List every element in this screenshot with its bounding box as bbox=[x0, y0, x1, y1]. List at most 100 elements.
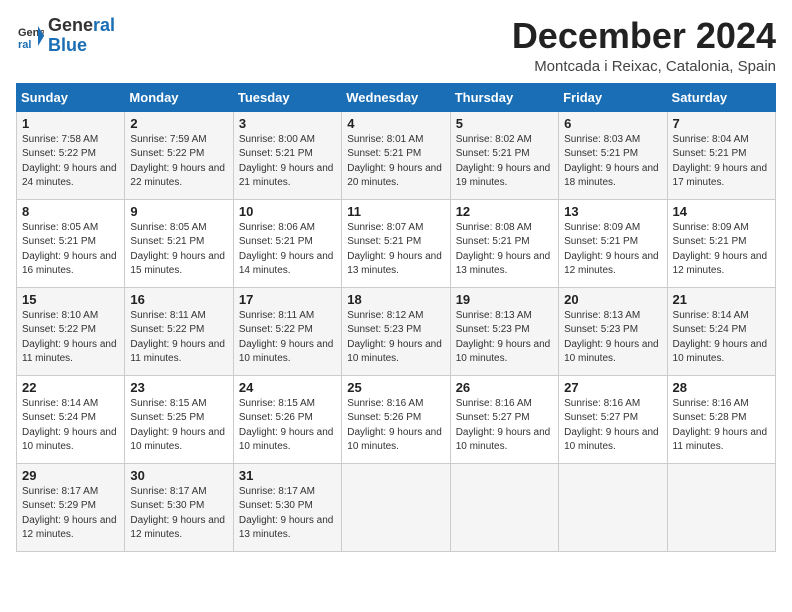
day-number: 22 bbox=[22, 380, 119, 395]
day-info: Sunrise: 8:03 AMSunset: 5:21 PMDaylight:… bbox=[564, 133, 661, 191]
calendar-week-row: 22 Sunrise: 8:14 AMSunset: 5:24 PMDayligh… bbox=[17, 375, 776, 463]
day-number: 20 bbox=[564, 292, 661, 307]
day-info: Sunrise: 8:13 AMSunset: 5:23 PMDaylight:… bbox=[456, 309, 553, 367]
day-number: 31 bbox=[239, 468, 336, 483]
day-number: 25 bbox=[347, 380, 444, 395]
day-info: Sunrise: 8:09 AMSunset: 5:21 PMDaylight:… bbox=[564, 221, 661, 279]
table-row: 14 Sunrise: 8:09 AMSunset: 5:21 PMDayligh… bbox=[667, 199, 775, 287]
table-row: 6 Sunrise: 8:03 AMSunset: 5:21 PMDaylight… bbox=[559, 111, 667, 199]
table-row: 12Sunrise: 8:08 AMSunset: 5:21 PMDayligh… bbox=[450, 199, 558, 287]
table-row bbox=[559, 463, 667, 551]
day-info: Sunrise: 8:17 AMSunset: 5:29 PMDaylight:… bbox=[22, 485, 119, 543]
day-number: 26 bbox=[456, 380, 553, 395]
col-tuesday: Tuesday bbox=[233, 83, 341, 111]
logo-text: General Blue bbox=[48, 16, 115, 56]
calendar-week-row: 15 Sunrise: 8:10 AMSunset: 5:22 PMDayligh… bbox=[17, 287, 776, 375]
table-row: 1 Sunrise: 7:58 AMSunset: 5:22 PMDaylight… bbox=[17, 111, 125, 199]
day-number: 7 bbox=[673, 116, 770, 131]
table-row: 3Sunrise: 8:00 AMSunset: 5:21 PMDaylight… bbox=[233, 111, 341, 199]
table-row: 25 Sunrise: 8:16 AMSunset: 5:26 PMDayligh… bbox=[342, 375, 450, 463]
table-row: 22 Sunrise: 8:14 AMSunset: 5:24 PMDayligh… bbox=[17, 375, 125, 463]
day-number: 23 bbox=[130, 380, 227, 395]
day-info: Sunrise: 8:10 AMSunset: 5:22 PMDaylight:… bbox=[22, 309, 119, 367]
month-title: December 2024 bbox=[512, 16, 776, 56]
table-row: 11 Sunrise: 8:07 AMSunset: 5:21 PMDayligh… bbox=[342, 199, 450, 287]
day-info: Sunrise: 8:16 AMSunset: 5:28 PMDaylight:… bbox=[673, 397, 770, 455]
day-info: Sunrise: 8:12 AMSunset: 5:23 PMDaylight:… bbox=[347, 309, 444, 367]
logo: Gene ral General Blue bbox=[16, 16, 115, 56]
col-saturday: Saturday bbox=[667, 83, 775, 111]
day-number: 14 bbox=[673, 204, 770, 219]
day-info: Sunrise: 8:02 AMSunset: 5:21 PMDaylight:… bbox=[456, 133, 553, 191]
title-block: December 2024 Montcada i Reixac, Catalon… bbox=[512, 16, 776, 75]
table-row: 8Sunrise: 8:05 AMSunset: 5:21 PMDaylight… bbox=[17, 199, 125, 287]
table-row: 15 Sunrise: 8:10 AMSunset: 5:22 PMDayligh… bbox=[17, 287, 125, 375]
day-info: Sunrise: 8:14 AMSunset: 5:24 PMDaylight:… bbox=[22, 397, 119, 455]
day-number: 1 bbox=[22, 116, 119, 131]
day-info: Sunrise: 7:58 AMSunset: 5:22 PMDaylight:… bbox=[22, 133, 119, 191]
day-number: 2 bbox=[130, 116, 227, 131]
day-number: 6 bbox=[564, 116, 661, 131]
table-row: 18 Sunrise: 8:12 AMSunset: 5:23 PMDayligh… bbox=[342, 287, 450, 375]
table-row: 9Sunrise: 8:05 AMSunset: 5:21 PMDaylight… bbox=[125, 199, 233, 287]
table-row: 24 Sunrise: 8:15 AMSunset: 5:26 PMDayligh… bbox=[233, 375, 341, 463]
table-row: 28 Sunrise: 8:16 AMSunset: 5:28 PMDayligh… bbox=[667, 375, 775, 463]
table-row: 26 Sunrise: 8:16 AMSunset: 5:27 PMDayligh… bbox=[450, 375, 558, 463]
day-info: Sunrise: 8:17 AMSunset: 5:30 PMDaylight:… bbox=[130, 485, 227, 543]
day-info: Sunrise: 8:07 AMSunset: 5:21 PMDaylight:… bbox=[347, 221, 444, 279]
day-number: 24 bbox=[239, 380, 336, 395]
day-info: Sunrise: 7:59 AMSunset: 5:22 PMDaylight:… bbox=[130, 133, 227, 191]
day-number: 5 bbox=[456, 116, 553, 131]
table-row: 10 Sunrise: 8:06 AMSunset: 5:21 PMDayligh… bbox=[233, 199, 341, 287]
col-sunday: Sunday bbox=[17, 83, 125, 111]
day-info: Sunrise: 8:15 AMSunset: 5:26 PMDaylight:… bbox=[239, 397, 336, 455]
day-info: Sunrise: 8:00 AMSunset: 5:21 PMDaylight:… bbox=[239, 133, 336, 191]
day-info: Sunrise: 8:09 AMSunset: 5:21 PMDaylight:… bbox=[673, 221, 770, 279]
col-thursday: Thursday bbox=[450, 83, 558, 111]
day-number: 18 bbox=[347, 292, 444, 307]
day-number: 28 bbox=[673, 380, 770, 395]
table-row: 16 Sunrise: 8:11 AMSunset: 5:22 PMDayligh… bbox=[125, 287, 233, 375]
day-number: 15 bbox=[22, 292, 119, 307]
day-info: Sunrise: 8:16 AMSunset: 5:26 PMDaylight:… bbox=[347, 397, 444, 455]
day-number: 17 bbox=[239, 292, 336, 307]
day-number: 16 bbox=[130, 292, 227, 307]
day-number: 12 bbox=[456, 204, 553, 219]
day-info: Sunrise: 8:17 AMSunset: 5:30 PMDaylight:… bbox=[239, 485, 336, 543]
day-number: 10 bbox=[239, 204, 336, 219]
table-row: 7 Sunrise: 8:04 AMSunset: 5:21 PMDaylight… bbox=[667, 111, 775, 199]
day-info: Sunrise: 8:13 AMSunset: 5:23 PMDaylight:… bbox=[564, 309, 661, 367]
col-friday: Friday bbox=[559, 83, 667, 111]
day-number: 11 bbox=[347, 204, 444, 219]
day-number: 27 bbox=[564, 380, 661, 395]
day-info: Sunrise: 8:06 AMSunset: 5:21 PMDaylight:… bbox=[239, 221, 336, 279]
col-wednesday: Wednesday bbox=[342, 83, 450, 111]
svg-text:ral: ral bbox=[18, 39, 31, 50]
table-row: 5 Sunrise: 8:02 AMSunset: 5:21 PMDaylight… bbox=[450, 111, 558, 199]
logo-icon: Gene ral bbox=[16, 22, 44, 50]
table-row bbox=[342, 463, 450, 551]
table-row: 31 Sunrise: 8:17 AMSunset: 5:30 PMDayligh… bbox=[233, 463, 341, 551]
table-row: 23Sunrise: 8:15 AMSunset: 5:25 PMDayligh… bbox=[125, 375, 233, 463]
table-row: 21Sunrise: 8:14 AMSunset: 5:24 PMDayligh… bbox=[667, 287, 775, 375]
table-row: 29 Sunrise: 8:17 AMSunset: 5:29 PMDayligh… bbox=[17, 463, 125, 551]
page-header: Gene ral General Blue December 2024 Mont… bbox=[16, 16, 776, 75]
table-row: 20 Sunrise: 8:13 AMSunset: 5:23 PMDayligh… bbox=[559, 287, 667, 375]
day-info: Sunrise: 8:11 AMSunset: 5:22 PMDaylight:… bbox=[239, 309, 336, 367]
day-info: Sunrise: 8:04 AMSunset: 5:21 PMDaylight:… bbox=[673, 133, 770, 191]
day-number: 19 bbox=[456, 292, 553, 307]
day-number: 9 bbox=[130, 204, 227, 219]
table-row bbox=[450, 463, 558, 551]
table-row: 2 Sunrise: 7:59 AMSunset: 5:22 PMDaylight… bbox=[125, 111, 233, 199]
day-info: Sunrise: 8:14 AMSunset: 5:24 PMDaylight:… bbox=[673, 309, 770, 367]
day-number: 13 bbox=[564, 204, 661, 219]
calendar-header-row: Sunday Monday Tuesday Wednesday Thursday… bbox=[17, 83, 776, 111]
day-number: 29 bbox=[22, 468, 119, 483]
day-info: Sunrise: 8:16 AMSunset: 5:27 PMDaylight:… bbox=[456, 397, 553, 455]
day-number: 4 bbox=[347, 116, 444, 131]
table-row: 19 Sunrise: 8:13 AMSunset: 5:23 PMDayligh… bbox=[450, 287, 558, 375]
table-row: 27Sunrise: 8:16 AMSunset: 5:27 PMDayligh… bbox=[559, 375, 667, 463]
day-info: Sunrise: 8:11 AMSunset: 5:22 PMDaylight:… bbox=[130, 309, 227, 367]
table-row: 13 Sunrise: 8:09 AMSunset: 5:21 PMDayligh… bbox=[559, 199, 667, 287]
day-number: 8 bbox=[22, 204, 119, 219]
